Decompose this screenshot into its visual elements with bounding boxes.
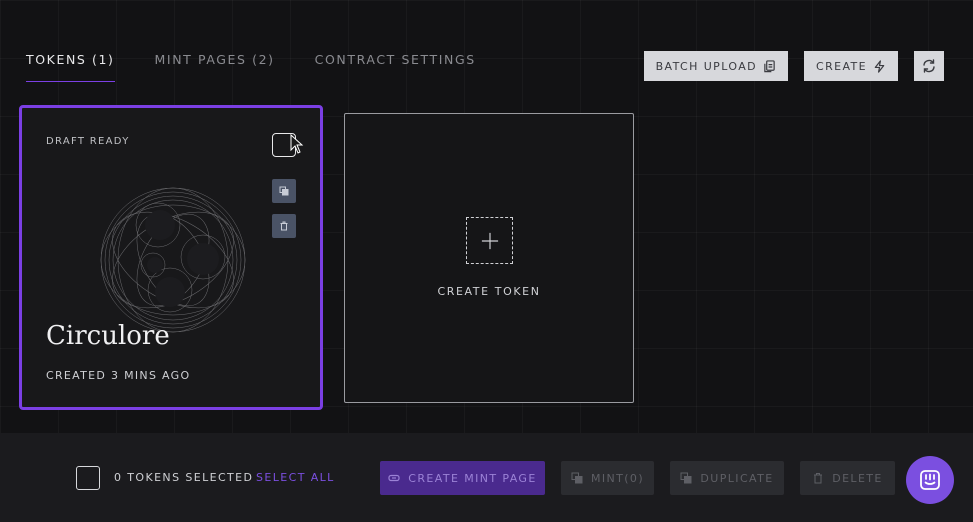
duplicate-button[interactable]: DUPLICATE bbox=[670, 461, 784, 495]
mint-button[interactable]: MINT(0) bbox=[561, 461, 654, 495]
create-token-plus-box bbox=[466, 217, 513, 264]
mouse-cursor-icon bbox=[290, 134, 304, 154]
plus-icon bbox=[481, 232, 498, 249]
link-icon bbox=[388, 474, 400, 482]
token-artwork bbox=[100, 187, 246, 333]
select-all-checkbox[interactable] bbox=[76, 466, 100, 490]
batch-upload-button[interactable]: BATCH UPLOAD bbox=[643, 51, 788, 81]
delete-label: DELETE bbox=[832, 471, 883, 485]
token-card[interactable]: DRAFT READY Circulore CREATED 3 MINS AGO bbox=[19, 105, 323, 410]
lightning-icon bbox=[874, 59, 885, 73]
duplicate-icon bbox=[571, 472, 583, 484]
duplicate-label: DUPLICATE bbox=[700, 471, 774, 485]
tab-bar: TOKENS (1) MINT PAGES (2) CONTRACT SETTI… bbox=[26, 52, 476, 82]
trash-icon bbox=[814, 473, 823, 484]
create-label: CREATE bbox=[815, 59, 867, 73]
bottom-action-bar: 0 TOKENS SELECTED SELECT ALL CREATE MINT… bbox=[0, 433, 973, 522]
token-delete-button[interactable] bbox=[272, 214, 296, 238]
select-all-link[interactable]: SELECT ALL bbox=[256, 471, 335, 484]
token-status: DRAFT READY bbox=[46, 136, 130, 147]
trash-icon bbox=[280, 221, 288, 231]
batch-upload-label: BATCH UPLOAD bbox=[655, 59, 757, 73]
batch-upload-icon bbox=[764, 59, 775, 72]
selected-count: 0 TOKENS SELECTED bbox=[114, 471, 254, 484]
duplicate-icon bbox=[279, 186, 289, 196]
create-button[interactable]: CREATE bbox=[803, 51, 898, 81]
delete-button[interactable]: DELETE bbox=[800, 461, 895, 495]
token-duplicate-button[interactable] bbox=[272, 179, 296, 203]
mint-label: MINT(0) bbox=[590, 471, 645, 485]
tab-contract-settings[interactable]: CONTRACT SETTINGS bbox=[315, 52, 476, 82]
top-actions: BATCH UPLOAD CREATE bbox=[643, 51, 944, 81]
chat-launcher-button[interactable] bbox=[906, 456, 954, 504]
duplicate-icon bbox=[680, 472, 692, 484]
tab-mint-pages[interactable]: MINT PAGES (2) bbox=[155, 52, 275, 82]
token-title: Circulore bbox=[46, 321, 170, 351]
create-token-card[interactable]: CREATE TOKEN bbox=[344, 113, 634, 403]
chat-icon bbox=[920, 470, 940, 490]
create-token-label: CREATE TOKEN bbox=[437, 285, 541, 298]
refresh-button[interactable] bbox=[914, 51, 944, 81]
create-mint-page-label: CREATE MINT PAGE bbox=[408, 471, 537, 485]
tab-tokens[interactable]: TOKENS (1) bbox=[26, 52, 115, 82]
create-mint-page-button[interactable]: CREATE MINT PAGE bbox=[380, 461, 545, 495]
refresh-icon bbox=[923, 59, 935, 73]
token-created: CREATED 3 MINS AGO bbox=[46, 369, 191, 382]
